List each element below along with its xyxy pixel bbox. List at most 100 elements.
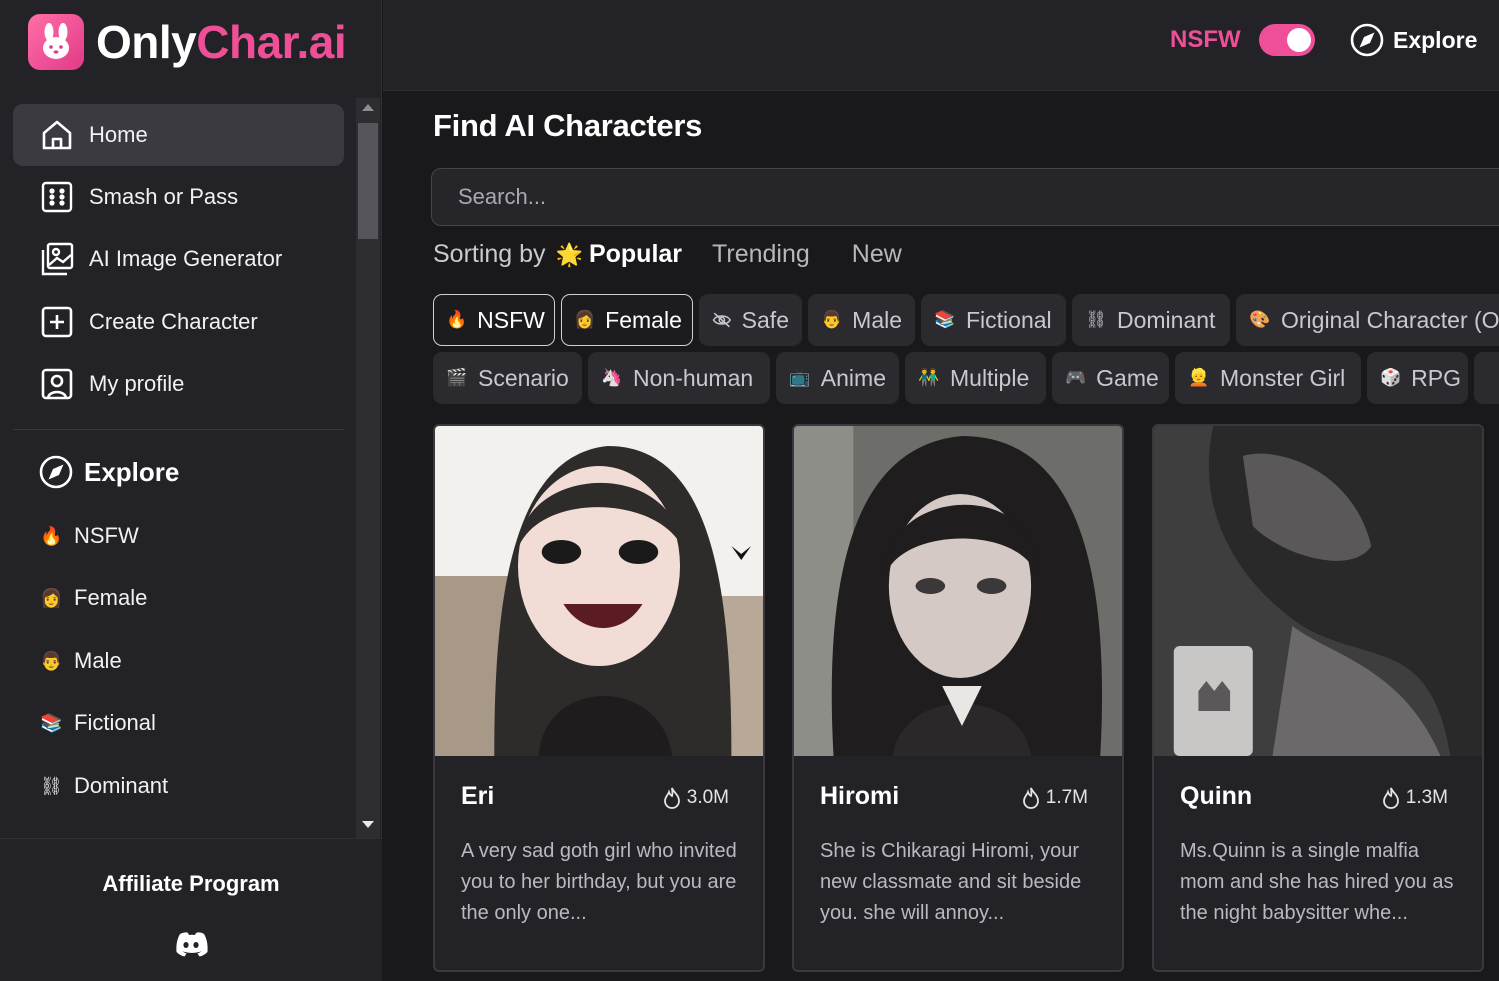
- character-name: Hiromi: [820, 782, 900, 810]
- sidebar-item-label: Create Character: [89, 309, 258, 334]
- flame-icon: [1022, 787, 1039, 809]
- flame-icon: [1382, 787, 1399, 809]
- sidebar-explore-heading[interactable]: Explore: [38, 454, 179, 490]
- sidebar-item-label: Home: [89, 122, 148, 147]
- character-description: A very sad goth girl who invited you to …: [461, 840, 737, 924]
- woman-icon: 👩: [40, 587, 63, 608]
- brand-name: OnlyChar.ai: [96, 16, 347, 68]
- sidebar-item-label: AI Image Generator: [89, 246, 283, 271]
- sidebar-category-male[interactable]: 👨 Male: [40, 648, 122, 674]
- sort-bar: Sorting by 🌟 Popular Trending New: [433, 240, 902, 269]
- sort-option-new[interactable]: New: [852, 240, 902, 269]
- books-icon: 📚: [934, 310, 956, 329]
- top-explore-button[interactable]: Explore: [1349, 22, 1477, 58]
- character-name: Eri: [461, 782, 495, 810]
- clapperboard-icon: 🎬: [446, 368, 468, 387]
- character-card[interactable]: Eri 3.0M A very sad goth girl who invite…: [433, 424, 765, 972]
- compass-icon: [1350, 23, 1384, 57]
- affiliate-program-link[interactable]: Affiliate Program: [0, 871, 382, 897]
- tag-chip-overflow[interactable]: [1474, 352, 1499, 404]
- character-card[interactable]: Hiromi 1.7M She is Chikaragi Hiromi, you…: [792, 424, 1124, 972]
- character-portrait: [1154, 426, 1482, 756]
- books-icon: 📚: [40, 712, 63, 733]
- character-portrait: [435, 426, 763, 756]
- tag-chip-rpg[interactable]: 🎲 RPG: [1367, 352, 1468, 404]
- man-icon: 👨: [821, 310, 843, 329]
- sort-option-popular[interactable]: 🌟 Popular: [556, 240, 682, 269]
- sidebar-nav: Home Smash or Pass AI Image Generator Cr…: [0, 98, 382, 838]
- chain-icon: ⛓: [1085, 310, 1107, 329]
- character-name: Quinn: [1180, 782, 1253, 810]
- brand-logo[interactable]: OnlyChar.ai: [28, 14, 347, 70]
- view-count: 1.3M: [1380, 786, 1448, 810]
- home-icon: [42, 120, 72, 150]
- view-count: 1.7M: [1020, 786, 1088, 810]
- scrollbar-thumb[interactable]: [358, 123, 378, 239]
- unicorn-icon: 🦄: [601, 368, 623, 387]
- flame-icon: [663, 787, 680, 809]
- tag-chip-nsfw[interactable]: 🔥 NSFW: [433, 294, 555, 346]
- sidebar-item-my-profile[interactable]: My profile: [13, 353, 344, 415]
- tag-chip-fictional[interactable]: 📚 Fictional: [921, 294, 1066, 346]
- tag-chip-game[interactable]: 🎮 Game: [1052, 352, 1169, 404]
- nsfw-toggle[interactable]: [1259, 24, 1315, 56]
- fire-icon: 🔥: [40, 525, 63, 546]
- eye-off-icon: [712, 312, 732, 328]
- character-description: Ms.Quinn is a single malfia mom and she …: [1180, 840, 1454, 924]
- sidebar: OnlyChar.ai Home Smash or Pass AI Image …: [0, 0, 382, 981]
- sidebar-item-label: Smash or Pass: [89, 184, 239, 209]
- sidebar-item-ai-image-generator[interactable]: AI Image Generator: [13, 228, 344, 290]
- search-input[interactable]: Search...: [431, 168, 1499, 226]
- character-card[interactable]: Quinn 1.3M Ms.Quinn is a single malfia m…: [1152, 424, 1484, 972]
- scroll-down-icon[interactable]: [362, 821, 374, 828]
- tag-chip-anime[interactable]: 📺 Anime: [776, 352, 899, 404]
- tag-chip-monster-girl[interactable]: 👱 Monster Girl: [1175, 352, 1361, 404]
- dice-grid-icon: [41, 181, 73, 213]
- scroll-up-icon[interactable]: [362, 104, 374, 111]
- tag-chip-dominant[interactable]: ⛓ Dominant: [1072, 294, 1230, 346]
- discord-icon[interactable]: [174, 931, 208, 957]
- sidebar-category-female[interactable]: 👩 Female: [40, 585, 147, 611]
- sidebar-scrollbar[interactable]: [356, 98, 380, 838]
- plus-square-icon: [41, 306, 73, 338]
- image-icon: [41, 242, 74, 276]
- palette-icon: 🎨: [1249, 310, 1271, 329]
- sort-label: Sorting by: [433, 240, 546, 268]
- sidebar-item-label: My profile: [89, 371, 185, 396]
- view-count: 3.0M: [661, 786, 729, 810]
- nsfw-toggle-label: NSFW: [1170, 26, 1241, 53]
- tag-filter-row-1: 🔥 NSFW 👩 Female Safe 👨 Male 📚 Fictional ⛓ Dom…: [433, 294, 1499, 346]
- compass-icon: [39, 455, 73, 489]
- character-portrait: [794, 426, 1122, 756]
- tag-chip-non-human[interactable]: 🦄 Non-human: [588, 352, 770, 404]
- tag-chip-safe[interactable]: Safe: [699, 294, 802, 346]
- fire-icon: 🔥: [446, 310, 468, 329]
- sidebar-item-home[interactable]: Home: [13, 104, 344, 166]
- sidebar-item-create-character[interactable]: Create Character: [13, 291, 344, 353]
- tag-chip-female[interactable]: 👩 Female: [561, 294, 693, 346]
- page-title: Find AI Characters: [433, 108, 703, 143]
- top-bar: NSFW Explore: [383, 0, 1499, 91]
- toggle-knob: [1287, 28, 1311, 52]
- sidebar-item-smash-or-pass[interactable]: Smash or Pass: [13, 166, 344, 228]
- tag-chip-male[interactable]: 👨 Male: [808, 294, 915, 346]
- sort-option-trending[interactable]: Trending: [712, 240, 810, 269]
- tv-icon: 📺: [789, 368, 811, 387]
- sidebar-category-nsfw[interactable]: 🔥 NSFW: [40, 523, 139, 549]
- dice-icon: 🎲: [1380, 368, 1402, 387]
- man-icon: 👨: [40, 650, 63, 671]
- two-people-icon: 👬: [918, 368, 940, 387]
- sidebar-category-fictional[interactable]: 📚 Fictional: [40, 710, 156, 736]
- sidebar-category-dominant[interactable]: ⛓ Dominant: [40, 773, 168, 799]
- chain-icon: ⛓: [40, 775, 63, 796]
- gamepad-icon: 🎮: [1065, 368, 1087, 387]
- user-square-icon: [41, 368, 73, 400]
- person-icon: 👱: [1188, 368, 1210, 387]
- sidebar-footer: Affiliate Program: [0, 838, 382, 981]
- tag-chip-scenario[interactable]: 🎬 Scenario: [433, 352, 582, 404]
- sidebar-divider: [13, 429, 344, 430]
- character-description: She is Chikaragi Hiromi, your new classm…: [820, 840, 1082, 924]
- tag-chip-multiple[interactable]: 👬 Multiple: [905, 352, 1046, 404]
- star-icon: 🌟: [555, 241, 583, 267]
- tag-chip-original-character[interactable]: 🎨 Original Character (O: [1236, 294, 1499, 346]
